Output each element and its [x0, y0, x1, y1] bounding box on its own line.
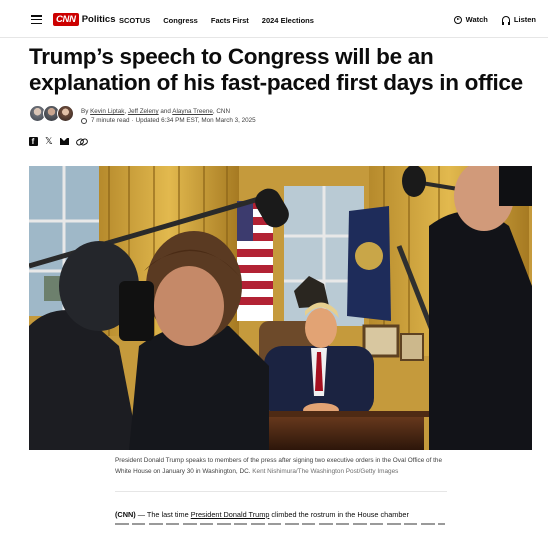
- author-link-kevin-liptak[interactable]: Kevin Liptak: [90, 108, 124, 115]
- read-time: 7 minute read: [91, 117, 130, 124]
- section-nav: SCOTUS Congress Facts First 2024 Electio…: [119, 16, 314, 25]
- hamburger-menu-icon[interactable]: [31, 15, 42, 25]
- article-body-cutoff-line: [115, 521, 450, 527]
- x-icon[interactable]: 𝕏: [45, 137, 53, 147]
- image-credit: Kent Nishimura/The Washington Post/Getty…: [252, 467, 399, 475]
- nav-item-2024-elections[interactable]: 2024 Elections: [262, 16, 314, 25]
- cnn-logo[interactable]: CNN: [53, 13, 79, 26]
- body-source-tag: (CNN): [115, 510, 136, 519]
- avatar[interactable]: [57, 105, 74, 122]
- listen-button[interactable]: Listen: [501, 15, 536, 25]
- author-link-jeff-zeleny[interactable]: Jeff Zeleny: [128, 108, 159, 115]
- headphones-icon: [501, 16, 510, 25]
- author-link-alayna-treene[interactable]: Alayna Treene: [172, 108, 213, 115]
- article-body-first-line: (CNN) — The last time President Donald T…: [115, 509, 450, 521]
- author-avatars: [29, 105, 74, 122]
- author-separator: and: [160, 108, 171, 115]
- body-link-president-trump[interactable]: President Donald Trump: [191, 510, 270, 519]
- link-icon[interactable]: [76, 139, 86, 145]
- nav-item-congress[interactable]: Congress: [163, 16, 198, 25]
- body-text-start: — The last time: [135, 510, 191, 519]
- byline-prefix: By: [81, 108, 89, 115]
- clock-icon: [81, 117, 87, 124]
- divider: [115, 491, 447, 492]
- watch-label: Watch: [465, 15, 488, 24]
- listen-label: Listen: [513, 15, 536, 24]
- facebook-icon[interactable]: f: [29, 137, 38, 146]
- email-icon[interactable]: [59, 138, 69, 145]
- header-actions: Watch Listen: [453, 15, 536, 25]
- updated-timestamp: Updated 6:34 PM EST, Mon March 3, 2025: [135, 117, 256, 124]
- meta-separator: ·: [131, 117, 134, 124]
- watch-button[interactable]: Watch: [453, 15, 488, 24]
- top-bar: CNN Politics SCOTUS Congress Facts First…: [0, 0, 548, 38]
- author-separator: ,: [124, 108, 127, 115]
- image-caption: President Donald Trump speaks to members…: [115, 456, 445, 477]
- article-headline: Trump’s speech to Congress will be an ex…: [29, 44, 523, 95]
- nav-item-scotus[interactable]: SCOTUS: [119, 16, 150, 25]
- byline: By Kevin Liptak, Jeff Zeleny and Alayna …: [81, 107, 256, 125]
- oval-office-press-photo: [29, 166, 532, 450]
- nav-item-facts-first[interactable]: Facts First: [211, 16, 249, 25]
- share-bar: f 𝕏: [29, 137, 86, 146]
- cnn-politics-logo[interactable]: CNN Politics: [53, 13, 115, 26]
- body-text-rest: climbed the rostrum in the House chamber: [269, 510, 409, 519]
- outlet-name: , CNN: [212, 108, 231, 115]
- section-name[interactable]: Politics: [82, 14, 116, 25]
- play-circle-icon: [453, 15, 462, 24]
- hero-image[interactable]: [29, 166, 532, 450]
